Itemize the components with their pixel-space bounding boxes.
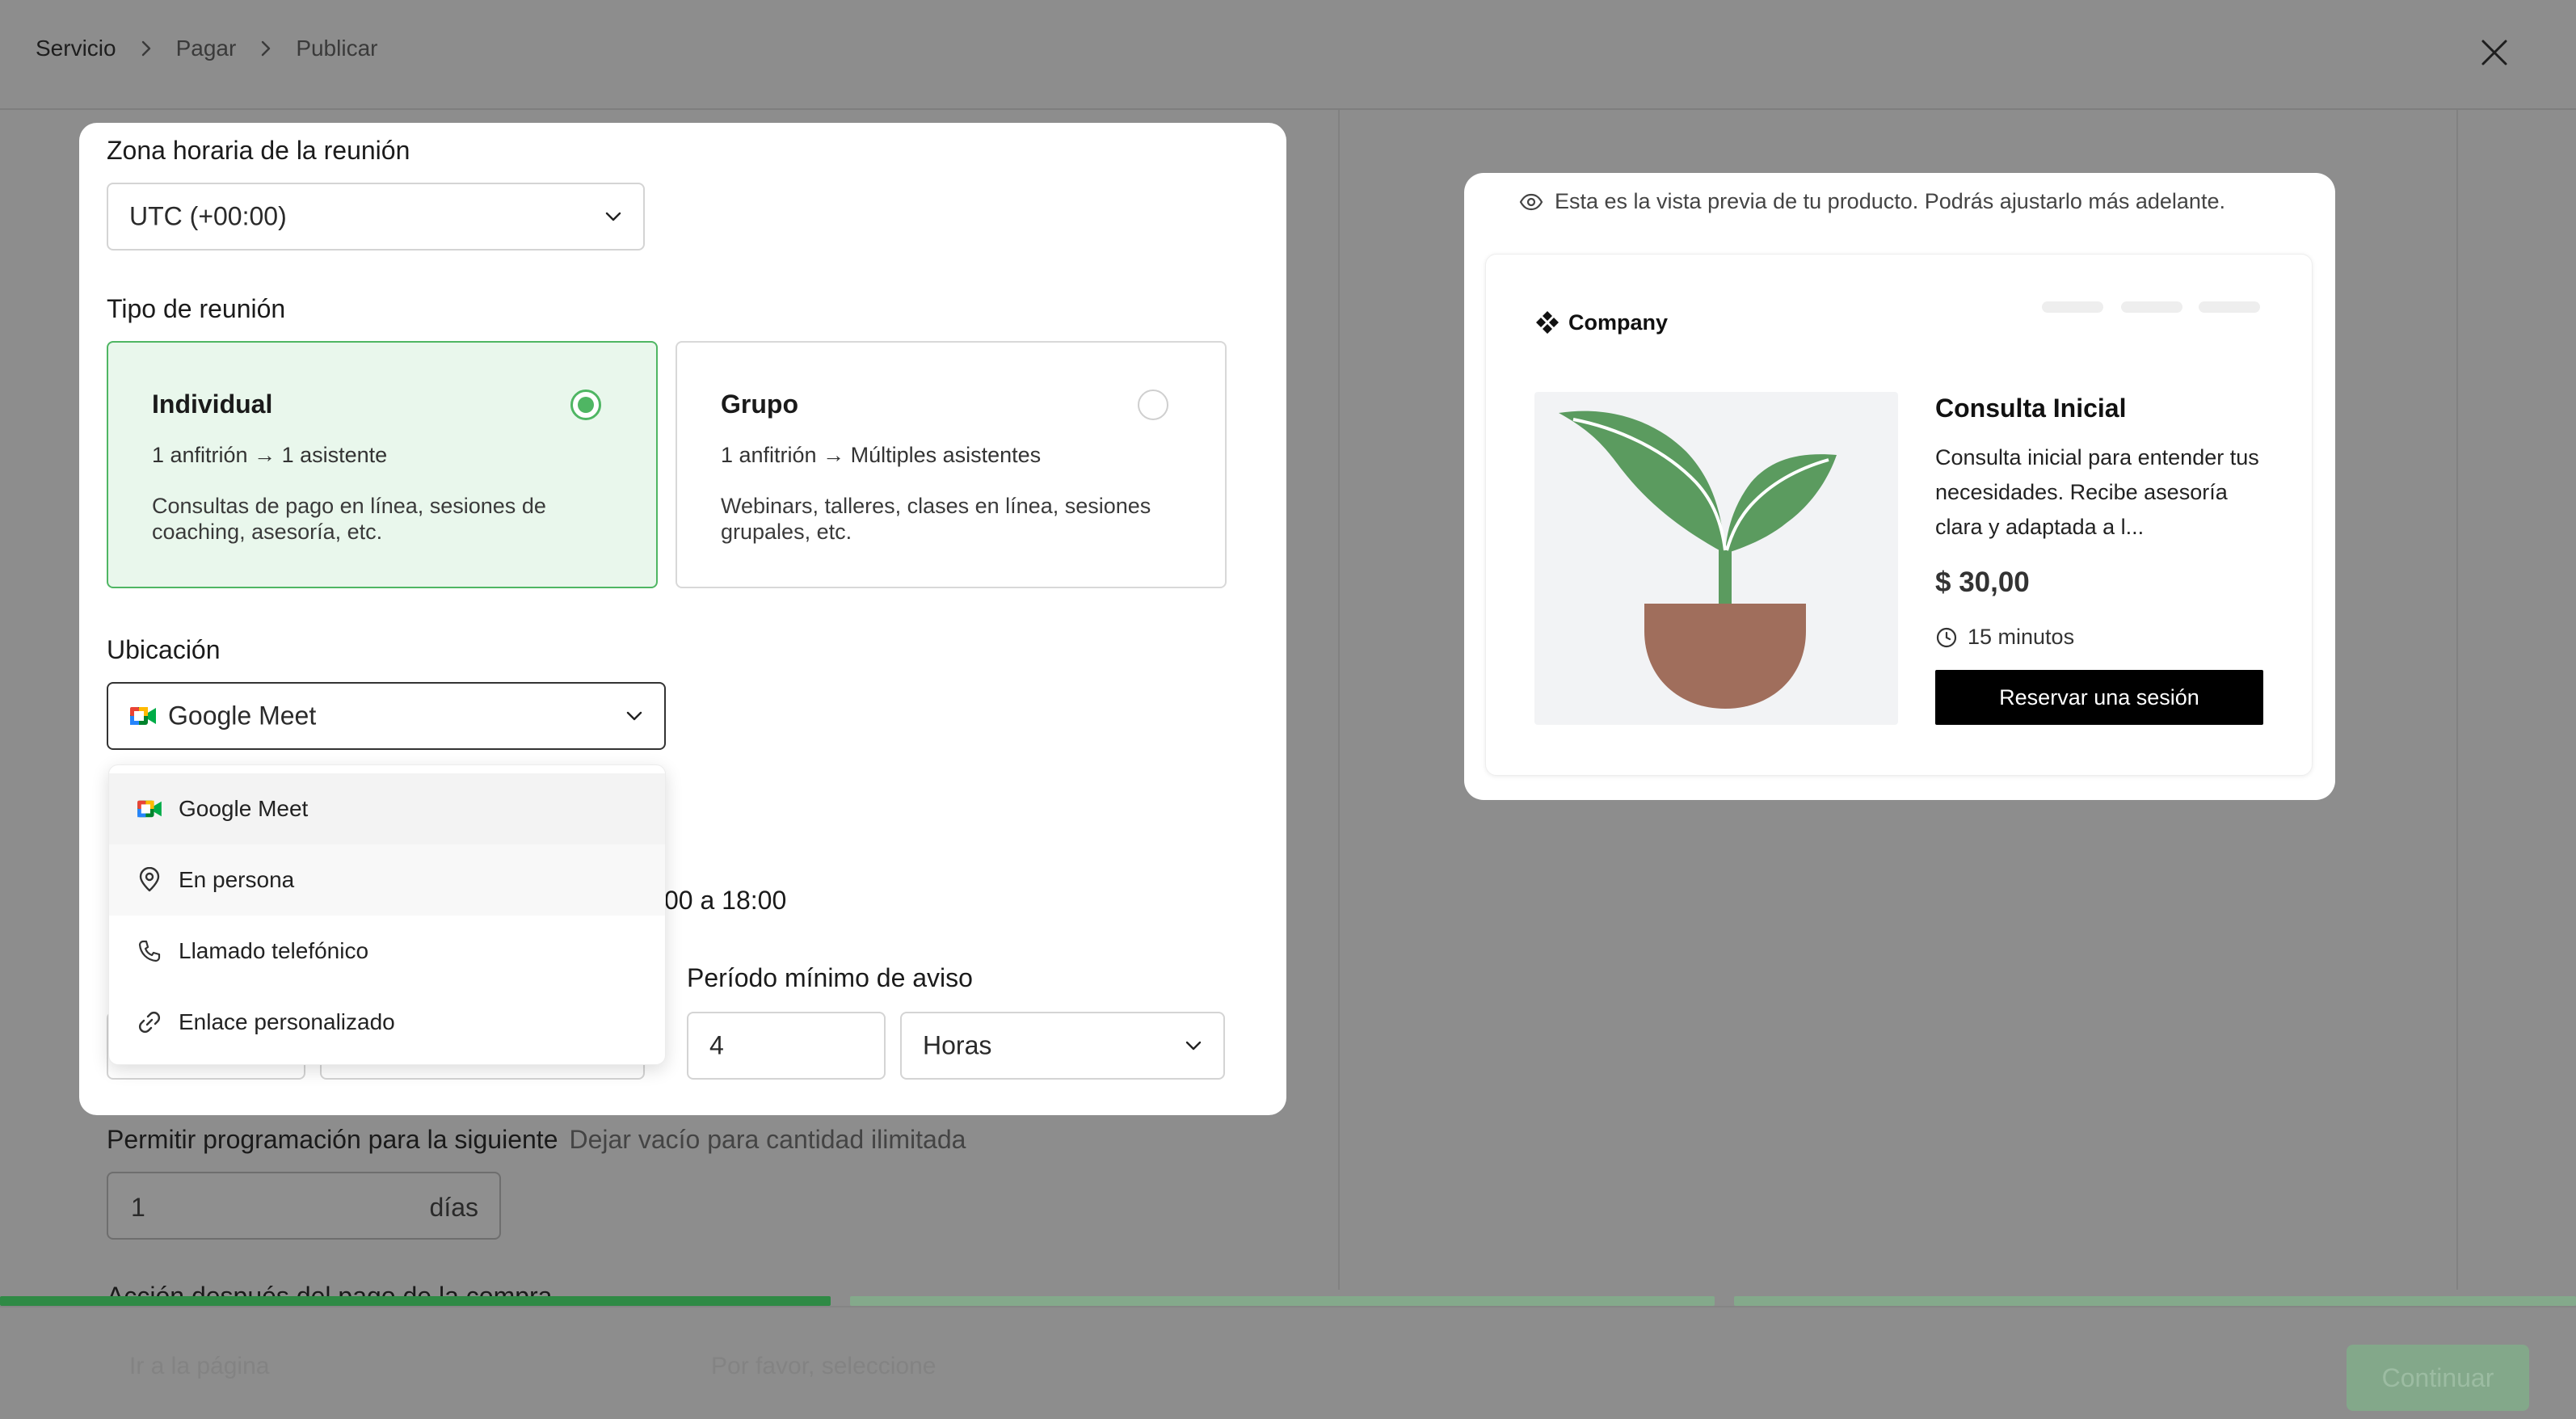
dropdown-option-in-person[interactable]: En persona [109, 844, 665, 916]
chevron-down-icon [604, 211, 622, 222]
nav-placeholder [2042, 301, 2103, 313]
meeting-type-ratio: 1 anfitrión → 1 asistente [152, 443, 388, 467]
phone-icon [135, 939, 164, 963]
meeting-type-individual[interactable]: Individual 1 anfitrión → 1 asistente Con… [107, 341, 658, 588]
allow-scheduling-hint: Dejar vacío para cantidad ilimitada [569, 1125, 966, 1154]
radio-selected[interactable] [570, 389, 601, 420]
days-value: 1 [131, 1193, 145, 1222]
brand-logo: Company [1534, 309, 1668, 335]
dropdown-option-label: Enlace personalizado [179, 1009, 395, 1034]
dropdown-option-label: Llamado telefónico [179, 938, 369, 963]
product-preview-panel: Esta es la vista previa de tu producto. … [1464, 173, 2335, 800]
close-icon [2481, 40, 2507, 65]
product-title: Consulta Inicial [1935, 394, 2127, 423]
timezone-value: UTC (+00:00) [129, 201, 287, 231]
days-input[interactable]: 1 días [107, 1172, 501, 1240]
chevron-right-icon [141, 40, 152, 57]
availability-hours-text: 00 a 18:00 [664, 886, 787, 915]
meeting-type-title: Grupo [721, 389, 798, 419]
eye-icon [1519, 193, 1543, 211]
chevron-right-icon [260, 40, 271, 57]
location-value: Google Meet [168, 701, 317, 731]
brand-name: Company [1568, 309, 1669, 335]
meeting-type-group[interactable]: Grupo 1 anfitrión → Múltiples asistentes… [676, 341, 1227, 588]
notice-value: 4 [709, 1030, 724, 1060]
meeting-type-ratio: 1 anfitrión → Múltiples asistentes [721, 443, 1042, 467]
radio-unselected[interactable] [1138, 389, 1168, 420]
notice-input[interactable]: 4 [687, 1012, 886, 1080]
meeting-type-label: Tipo de reunión [107, 294, 286, 323]
product-description: Consulta inicial para entender tus neces… [1935, 445, 2259, 539]
top-bar: Servicio Pagar Publicar [0, 0, 2576, 110]
progress-step-3 [1734, 1296, 2576, 1306]
meeting-type-description: Webinars, talleres, clases en línea, ses… [721, 494, 1151, 544]
company-logo-icon [1534, 309, 1560, 335]
close-button[interactable] [2476, 34, 2513, 71]
days-unit: días [429, 1193, 478, 1222]
product-image-plant [1534, 392, 1898, 725]
footer-ghost-select: Ir a la página [129, 1353, 270, 1379]
link-icon [135, 1009, 164, 1035]
progress-step-1 [0, 1296, 831, 1306]
post-payment-action-label: Acción después del pago de la compra [107, 1282, 553, 1298]
product-card: Company Consulta Inicial Consulta inicia… [1485, 254, 2313, 776]
timezone-select[interactable]: UTC (+00:00) [107, 183, 645, 251]
notice-label: Período mínimo de aviso [687, 963, 973, 992]
meeting-type-description: Consultas de pago en línea, sesiones de … [152, 494, 546, 544]
breadcrumb: Servicio Pagar Publicar [36, 36, 377, 61]
allow-scheduling-label: Permitir programación para la siguiente D… [107, 1125, 966, 1154]
product-duration: 15 minutos [1935, 625, 2074, 650]
panel-divider [1338, 110, 1340, 1290]
notice-unit-select[interactable]: Horas [900, 1012, 1225, 1080]
footer-ghost-select: Por favor, seleccione [711, 1353, 937, 1379]
google-meet-icon [129, 705, 157, 727]
continue-button[interactable]: Continuar [2347, 1345, 2529, 1411]
nav-placeholder [2199, 301, 2260, 313]
location-dropdown: Google Meet En persona Llamado telefónic… [108, 764, 666, 1065]
location-label: Ubicación [107, 635, 221, 664]
progress-step-2 [850, 1296, 1715, 1306]
dropdown-option-label: Google Meet [179, 796, 309, 821]
google-meet-icon [135, 798, 164, 819]
location-select[interactable]: Google Meet [107, 682, 666, 750]
map-pin-icon [135, 867, 164, 893]
dropdown-option-label: En persona [179, 867, 295, 892]
breadcrumb-servicio[interactable]: Servicio [36, 36, 116, 61]
footer-bar: Ir a la página Por favor, seleccione [0, 1306, 2576, 1419]
product-price: $ 30,00 [1935, 566, 2030, 598]
dropdown-option-google-meet[interactable]: Google Meet [109, 773, 665, 844]
chevron-down-icon [625, 710, 643, 722]
dropdown-option-custom-link[interactable]: Enlace personalizado [109, 987, 665, 1058]
nav-placeholder [2121, 301, 2182, 313]
dropdown-option-phone[interactable]: Llamado telefónico [109, 916, 665, 987]
clock-icon [1935, 626, 1958, 649]
breadcrumb-publicar[interactable]: Publicar [296, 36, 377, 61]
meeting-type-title: Individual [152, 389, 273, 419]
notice-unit-value: Horas [923, 1030, 992, 1060]
panel-divider [2456, 110, 2458, 1290]
chevron-down-icon [1185, 1040, 1202, 1051]
breadcrumb-pagar[interactable]: Pagar [176, 36, 237, 61]
timezone-label: Zona horaria de la reunión [107, 136, 410, 165]
book-session-button[interactable]: Reservar una sesión [1935, 670, 2263, 725]
preview-note: Esta es la vista previa de tu producto. … [1519, 189, 2225, 214]
